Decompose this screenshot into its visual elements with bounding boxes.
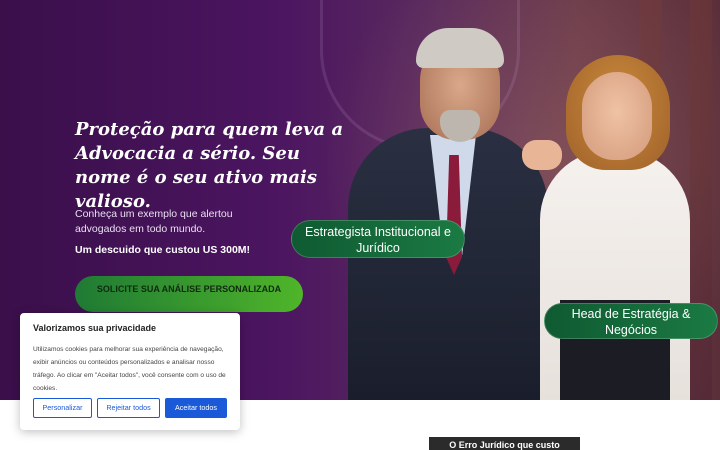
background-shelf <box>690 0 712 400</box>
hero-description: Conheça um exemplo que alertou advogados… <box>75 208 233 235</box>
cookie-actions: Personalizar Rejeitar todos Aceitar todo… <box>33 398 227 418</box>
video-thumbnail[interactable]: O Erro Jurídico que custo <box>429 437 580 450</box>
role-badge-strategist: Estrategista Institucional e Jurídico <box>291 220 465 258</box>
accept-cookies-button[interactable]: Aceitar todos <box>165 398 227 418</box>
cookie-title: Valorizamos sua privacidade <box>33 323 157 333</box>
man-hair <box>416 28 504 68</box>
woman-face <box>582 72 652 160</box>
request-analysis-button[interactable]: SOLICITE SUA ANÁLISE PERSONALIZADA <box>75 276 303 312</box>
hero-loss-text: Um descuido que custou US 300M! <box>75 244 251 256</box>
reject-cookies-button[interactable]: Rejeitar todos <box>97 398 160 418</box>
role-badge-head: Head de Estratégia & Negócios <box>544 303 718 339</box>
cookie-banner: Valorizamos sua privacidade Utilizamos c… <box>20 313 240 430</box>
woman-hand <box>522 140 562 170</box>
hero-headline: Proteção para quem leva a Advocacia a sé… <box>75 119 344 212</box>
cookie-text: Utilizamos cookies para melhorar sua exp… <box>33 346 226 392</box>
customize-cookies-button[interactable]: Personalizar <box>33 398 92 418</box>
